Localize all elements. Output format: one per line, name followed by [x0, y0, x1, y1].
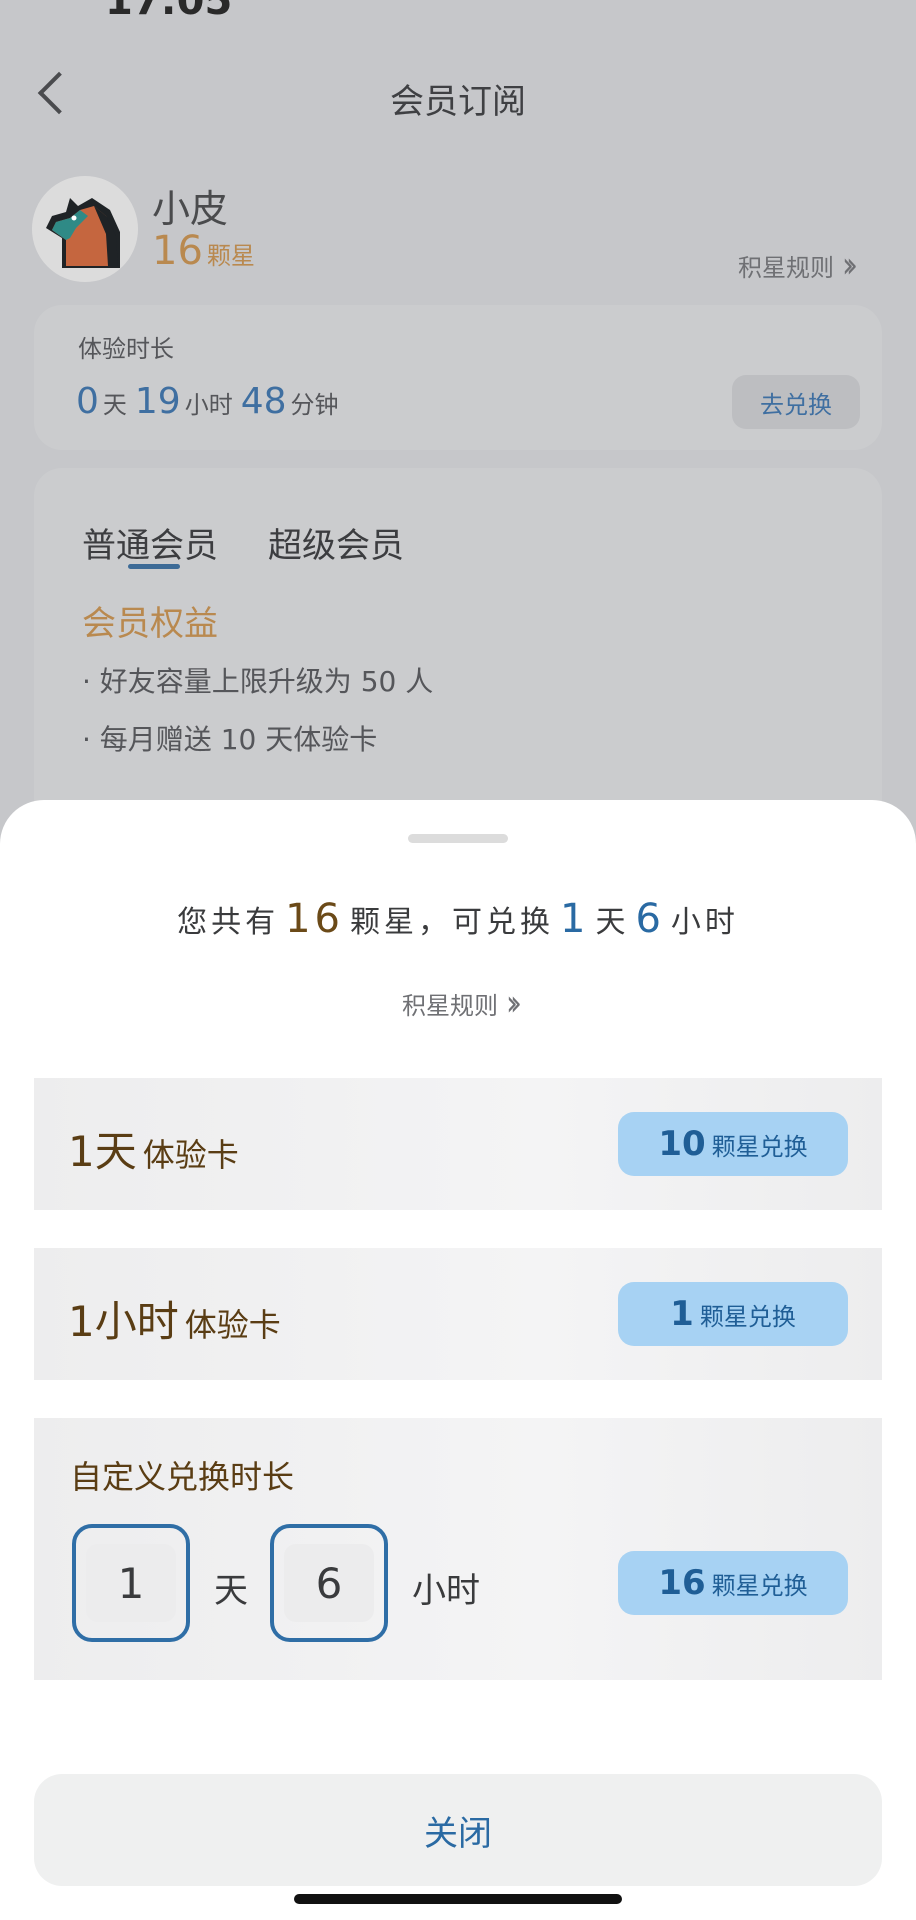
sheet-star-rules-link[interactable]: 积星规则 ›› — [0, 983, 916, 1025]
summary-stars: 16 — [285, 896, 344, 942]
cost-unit: 颗星兑换 — [711, 1132, 808, 1161]
option-1-day-card: 1天 体验卡 10 颗星兑换 — [34, 1078, 882, 1210]
summary-mid: 颗星，可兑换 — [350, 905, 554, 940]
option-amount: 1小时 — [68, 1297, 179, 1346]
redeem-summary: 您共有 16 颗星，可兑换 1 天 6 小时 — [0, 896, 916, 942]
double-chevron-right-icon: ›› — [842, 244, 858, 287]
trial-hours: 19 — [134, 381, 181, 422]
redeem-bottom-sheet: 您共有 16 颗星，可兑换 1 天 6 小时 积星规则 ›› 1天 体验卡 10 颗星兑换 1小… — [0, 800, 916, 1920]
go-redeem-button[interactable]: 去兑换 — [732, 375, 860, 429]
home-indicator[interactable] — [294, 1894, 622, 1904]
redeem-1-hour-button[interactable]: 1 颗星兑换 — [618, 1282, 848, 1346]
option-label: 体验卡 — [142, 1136, 239, 1174]
custom-hours-value: 6 — [284, 1544, 374, 1622]
summary-days-unit: 天 — [595, 905, 630, 940]
horse-logo-icon — [32, 176, 138, 282]
sheet-handle[interactable] — [408, 834, 508, 843]
cost-value: 10 — [658, 1124, 706, 1164]
star-balance: 16 颗星 — [152, 228, 255, 274]
close-button[interactable]: 关闭 — [34, 1774, 882, 1886]
username: 小皮 — [152, 187, 229, 231]
summary-hours-unit: 小时 — [670, 905, 739, 940]
trial-remaining: 0 天 19 小时 48 分钟 — [76, 381, 347, 422]
summary-days: 1 — [560, 896, 590, 942]
cost-value: 1 — [670, 1294, 694, 1334]
option-amount: 1天 — [68, 1127, 137, 1176]
trial-days-unit: 天 — [102, 391, 127, 419]
redeem-custom-button[interactable]: 16 颗星兑换 — [618, 1551, 848, 1615]
option-label: 体验卡 — [184, 1306, 281, 1344]
custom-hours-unit: 小时 — [412, 1571, 480, 1611]
custom-days-input[interactable]: 1 — [72, 1524, 190, 1642]
active-tab-indicator — [128, 564, 180, 569]
summary-prefix: 您共有 — [177, 905, 280, 940]
tab-super-member[interactable]: 超级会员 — [268, 518, 404, 567]
trial-duration-card: 体验时长 0 天 19 小时 48 分钟 去兑换 — [34, 305, 882, 450]
trial-minutes: 48 — [240, 381, 287, 422]
custom-days-value: 1 — [86, 1544, 176, 1622]
star-unit: 颗星 — [206, 242, 255, 270]
cost-unit: 颗星兑换 — [711, 1571, 808, 1600]
cost-value: 16 — [658, 1563, 706, 1603]
avatar — [32, 176, 138, 282]
benefit-item: · 好友容量上限升级为 50 人 — [82, 665, 434, 698]
redeem-1-day-button[interactable]: 10 颗星兑换 — [618, 1112, 848, 1176]
double-chevron-right-icon: ›› — [506, 982, 522, 1025]
custom-duration-title: 自定义兑换时长 — [70, 1458, 295, 1496]
page-title: 会员订阅 — [390, 82, 526, 122]
sheet-star-rules-label: 积星规则 — [402, 992, 498, 1020]
trial-days: 0 — [76, 381, 99, 422]
star-rules-link[interactable]: 积星规则 ›› — [738, 245, 858, 287]
custom-days-unit: 天 — [214, 1571, 248, 1611]
star-rules-label: 积星规则 — [738, 254, 834, 282]
benefits-title: 会员权益 — [82, 604, 218, 644]
summary-hours: 6 — [635, 896, 665, 942]
tab-normal-member[interactable]: 普通会员 — [82, 518, 218, 567]
trial-label: 体验时长 — [78, 335, 174, 363]
cost-unit: 颗星兑换 — [699, 1302, 796, 1331]
trial-hours-unit: 小时 — [184, 391, 233, 419]
star-count: 16 — [152, 228, 203, 274]
status-bar: 17:05 — [0, 0, 916, 24]
custom-duration-card: 自定义兑换时长 1 天 6 小时 16 颗星兑换 — [34, 1418, 882, 1680]
option-title: 1天 体验卡 — [68, 1118, 239, 1179]
option-1-hour-card: 1小时 体验卡 1 颗星兑换 — [34, 1248, 882, 1380]
custom-hours-input[interactable]: 6 — [270, 1524, 388, 1642]
option-title: 1小时 体验卡 — [68, 1288, 281, 1349]
trial-minutes-unit: 分钟 — [290, 391, 339, 419]
status-time: 17:05 — [105, 0, 233, 24]
benefit-item: · 每月赠送 10 天体验卡 — [82, 723, 378, 756]
